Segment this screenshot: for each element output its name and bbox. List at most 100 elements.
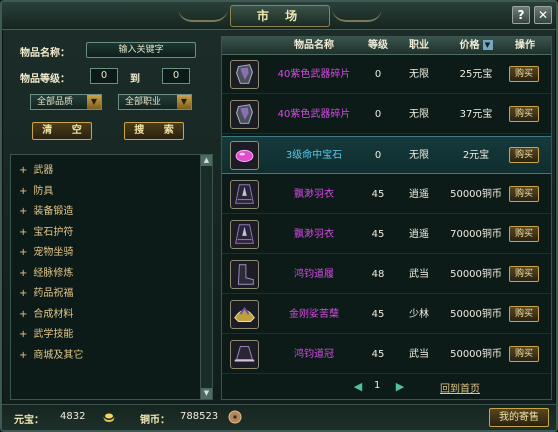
prev-page-icon[interactable]: ◀ (352, 381, 364, 393)
item-name: 3级命中宝石 (285, 150, 343, 161)
buy-button[interactable]: 购买 (509, 147, 539, 163)
expand-plus-icon[interactable]: + (19, 165, 27, 176)
category-scrollbar[interactable]: ▲ ▼ (200, 155, 212, 399)
category-item[interactable]: + 武学技能 (19, 325, 212, 346)
table-header: 物品名称 等级 职业 价格 ▼ 操作 (222, 37, 551, 55)
table-row[interactable]: 40紫色武器碎片 0 无限 37元宝 购买 (222, 96, 551, 134)
chevron-down-icon: ▼ (177, 95, 191, 109)
item-name-label: 物品名称： (20, 48, 70, 59)
item-level: 45 (371, 349, 385, 360)
item-price: 70000铜币 (450, 229, 502, 240)
item-name: 鸿钧道履 (294, 269, 334, 280)
expand-plus-icon[interactable]: + (19, 288, 27, 299)
category-item[interactable]: + 合成材料 (19, 305, 212, 326)
results-panel: 物品名称 等级 职业 价格 ▼ 操作 40紫色武器碎片 0 无限 25元宝 购买 40紫色武… (221, 36, 552, 400)
category-label: 装备锻造 (33, 206, 74, 217)
item-price: 50000铜币 (450, 189, 502, 200)
armor-piece-icon[interactable] (230, 100, 259, 129)
category-item[interactable]: + 商城及其它 (19, 346, 212, 367)
item-level: 0 (374, 69, 382, 80)
expand-plus-icon[interactable]: + (19, 186, 27, 197)
buy-button[interactable]: 购买 (509, 66, 539, 82)
chevron-down-icon: ▼ (87, 95, 101, 109)
category-item[interactable]: + 武器 (19, 161, 212, 182)
table-row[interactable]: 40紫色武器碎片 0 无限 25元宝 购买 (222, 56, 551, 94)
item-price: 25元宝 (459, 69, 493, 80)
clear-button[interactable]: 清 空 (32, 122, 92, 140)
item-price: 50000铜币 (450, 309, 502, 320)
buy-button[interactable]: 购买 (509, 186, 539, 202)
header-job[interactable]: 职业 (402, 37, 436, 55)
category-label: 商城及其它 (33, 349, 84, 361)
scroll-up-icon[interactable]: ▲ (201, 155, 212, 166)
item-level-label: 物品等级： (20, 74, 70, 85)
yuanbao-label: 元宝： (14, 415, 44, 426)
level-min-input[interactable]: 0 (90, 68, 118, 84)
buy-button[interactable]: 购买 (509, 266, 539, 282)
category-item[interactable]: + 宝石护符 (19, 223, 212, 244)
header-action: 操作 (515, 40, 535, 51)
buy-button[interactable]: 购买 (509, 306, 539, 322)
quality-select[interactable]: 全部品质 ▼ (30, 94, 102, 110)
boots-icon[interactable] (230, 260, 259, 289)
table-row[interactable]: 鸿钧道冠 45 武当 50000铜币 购买 (222, 336, 551, 374)
item-job: 少林 (409, 309, 429, 320)
buy-button[interactable]: 购买 (509, 106, 539, 122)
expand-plus-icon[interactable]: + (19, 329, 27, 340)
category-item[interactable]: + 药品祝福 (19, 284, 212, 305)
header-price[interactable]: 价格 ▼ (448, 37, 504, 55)
item-price: 37元宝 (459, 109, 493, 120)
hat-icon[interactable] (230, 340, 259, 369)
expand-plus-icon[interactable]: + (19, 350, 27, 361)
job-select[interactable]: 全部职业 ▼ (118, 94, 192, 110)
expand-plus-icon[interactable]: + (19, 247, 27, 258)
coin-icon (228, 410, 242, 424)
armor-piece-icon[interactable] (230, 60, 259, 89)
item-job: 逍遥 (409, 189, 429, 200)
item-name: 40紫色武器碎片 (277, 109, 351, 120)
home-page-link[interactable]: 回到首页 (440, 380, 480, 395)
category-item[interactable]: + 经脉修炼 (19, 264, 212, 285)
item-level: 45 (371, 309, 385, 320)
sort-down-icon[interactable]: ▼ (482, 40, 493, 50)
expand-plus-icon[interactable]: + (19, 309, 27, 320)
category-label: 武学技能 (33, 329, 74, 340)
header-name[interactable]: 物品名称 (264, 37, 364, 55)
header-price-label: 价格 (459, 40, 480, 51)
table-row[interactable]: 鸿钧道履 48 武当 50000铜币 购买 (222, 256, 551, 294)
item-level: 0 (374, 109, 382, 120)
table-row[interactable]: 飘渺羽衣 45 逍遥 50000铜币 购买 (222, 176, 551, 214)
item-job: 无限 (409, 150, 429, 161)
title-ornament-right (332, 8, 382, 22)
table-row[interactable]: 飘渺羽衣 45 逍遥 70000铜币 购买 (222, 216, 551, 254)
item-price: 50000铜币 (450, 349, 502, 360)
category-item[interactable]: + 装备锻造 (19, 202, 212, 223)
title-ornament-left (178, 8, 228, 22)
category-item[interactable]: + 宠物坐骑 (19, 243, 212, 264)
buy-button[interactable]: 购买 (509, 226, 539, 242)
expand-plus-icon[interactable]: + (19, 206, 27, 217)
category-list: + 武器 + 防具 + 装备锻造 + 宝石护符 + 宠物坐骑 + 经脉修炼 + 药品祝福 + 合成材料 + 武学技… (10, 154, 213, 400)
close-button[interactable]: ✕ (534, 6, 552, 24)
gem-icon[interactable] (230, 141, 259, 170)
item-name: 飘渺羽衣 (294, 189, 334, 200)
scroll-down-icon[interactable]: ▼ (201, 388, 212, 399)
item-name-input[interactable]: 输入关键字 (86, 42, 196, 58)
level-max-input[interactable]: 0 (162, 68, 190, 84)
header-level[interactable]: 等级 (364, 37, 392, 55)
category-item[interactable]: + 防具 (19, 182, 212, 203)
category-label: 药品祝福 (33, 288, 74, 299)
table-row[interactable]: 3级命中宝石 0 无限 2元宝 购买 (222, 136, 551, 174)
next-page-icon[interactable]: ▶ (394, 381, 406, 393)
robe-icon[interactable] (230, 180, 259, 209)
search-button[interactable]: 搜 索 (124, 122, 184, 140)
job-select-value: 全部职业 (125, 97, 162, 107)
expand-plus-icon[interactable]: + (19, 268, 27, 279)
robe-icon[interactable] (230, 220, 259, 249)
buy-button[interactable]: 购买 (509, 346, 539, 362)
help-button[interactable]: ? (512, 6, 530, 24)
my-consignment-button[interactable]: 我的寄售 (489, 408, 549, 427)
helmet-icon[interactable] (230, 300, 259, 329)
expand-plus-icon[interactable]: + (19, 227, 27, 238)
table-row[interactable]: 金刚娑苦蘖 45 少林 50000铜币 购买 (222, 296, 551, 334)
